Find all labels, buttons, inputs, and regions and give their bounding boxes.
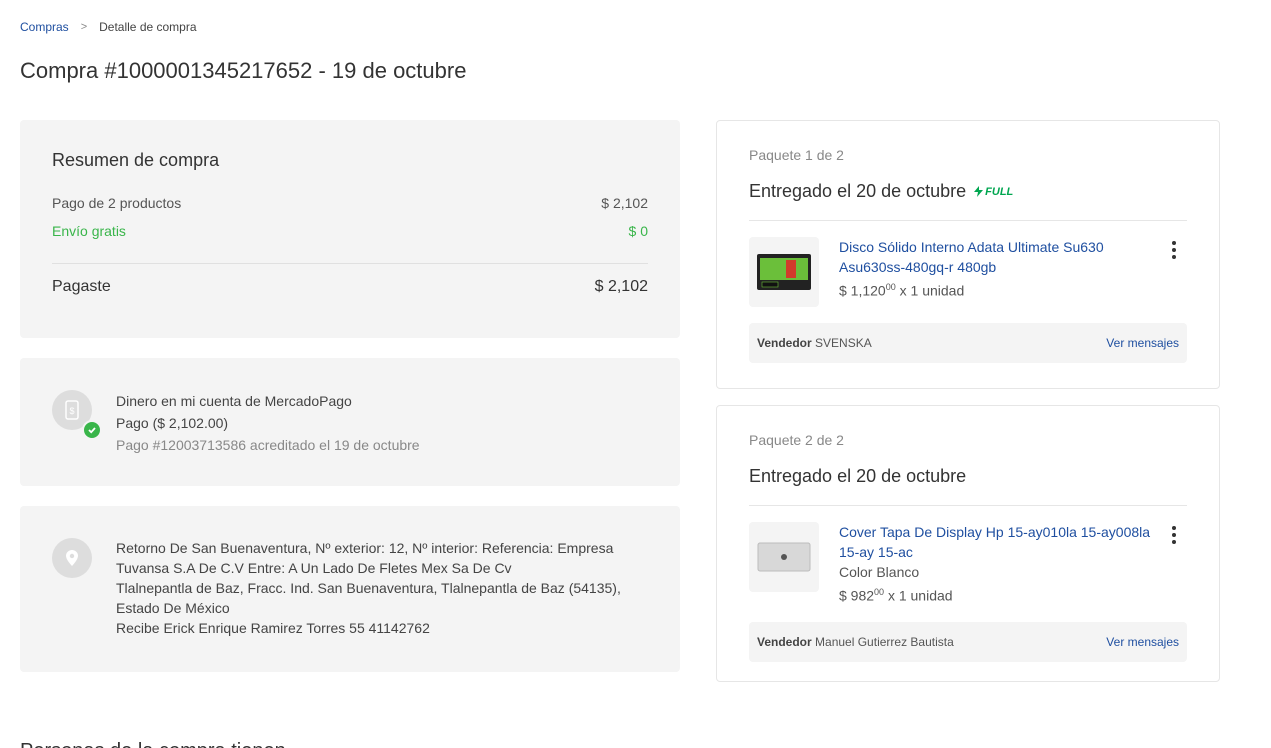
product-title-link[interactable]: Cover Tapa De Display Hp 15-ay010la 15-a… [839,522,1159,542]
lightning-icon [974,186,984,197]
package-item: Cover Tapa De Display Hp 15-ay010la 15-a… [749,522,1187,606]
payment-card: $ Dinero en mi cuenta de MercadoPago Pag… [20,358,680,486]
address-line: Estado De México [116,600,230,616]
summary-title: Resumen de compra [52,150,220,170]
package-card-1: Paquete 1 de 2 Entregado el 20 de octubr… [716,120,1220,389]
product-title-link[interactable]: Disco Sólido Interno Adata Ultimate Su63… [839,237,1159,257]
seller-name: SVENSKA [815,336,872,350]
seller-bar: Vendedor SVENSKA Ver mensajes [749,323,1187,363]
breadcrumb-separator: > [80,21,88,33]
price-cents: 00 [874,587,885,597]
product-price: $ 1,12000 x 1 unidad [839,277,1159,301]
package-label: Paquete 2 de 2 [749,432,844,448]
price-main: $ 1,120 [839,282,886,299]
address-line: Tlalnepantla de Baz, Fracc. Ind. San Bue… [116,580,621,596]
seller-label: Vendedor [757,634,812,649]
seller-name: Manuel Gutierrez Bautista [815,634,954,649]
address-line: Tuvansa S.A De C.V Entre: A Un Lado De F… [116,560,512,576]
payment-detail: Pago #12003713586 acreditado el 19 de oc… [116,437,420,453]
package-status-text: Entregado el 20 de octubre [749,466,967,486]
payment-info: Dinero en mi cuenta de MercadoPago Pago … [116,390,420,454]
item-info: Cover Tapa De Display Hp 15-ay010la 15-a… [839,522,1159,606]
summary-total-row: Pagaste $ 2,102 [52,278,648,296]
svg-text:$: $ [69,406,74,416]
address-card: Retorno De San Buenaventura, Nº exterior… [20,506,680,672]
check-icon [82,420,102,440]
seller-info: Vendedor Manuel Gutierrez Bautista [757,635,954,649]
payment-method: Dinero en mi cuenta de MercadoPago [116,393,352,409]
payment-amount: Pago ($ 2,102.00) [116,415,229,431]
breadcrumb-compras-link[interactable]: Compras [20,20,69,34]
product-title-link[interactable]: Asu630ss-480gq-r 480gb [839,257,1159,277]
package-item: Disco Sólido Interno Adata Ultimate Su63… [749,237,1187,307]
seller-label: Vendedor [757,336,812,350]
breadcrumb-current: Detalle de compra [99,20,197,34]
address-info: Retorno De San Buenaventura, Nº exterior… [116,538,621,640]
address-recipient: Recibe Erick Enrique Ramirez Torres 55 4… [116,620,430,636]
summary-divider [52,263,648,264]
package-status: Entregado el 20 de octubre FULL [749,181,1187,202]
summary-products-value: $ 2,102 [601,195,648,211]
product-variant: Color Blanco [839,564,920,580]
product-image-ssd[interactable] [749,237,819,307]
price-cents: 00 [885,282,896,292]
summary-products-row: Pago de 2 productos $ 2,102 [52,195,648,223]
view-messages-link[interactable]: Ver mensajes [1106,336,1179,350]
more-options-icon[interactable] [1171,526,1177,544]
package-card-2: Paquete 2 de 2 Entregado el 20 de octubr… [716,405,1220,682]
view-messages-link[interactable]: Ver mensajes [1106,635,1179,649]
address-line: Retorno De San Buenaventura, Nº exterior… [116,540,614,556]
product-image-cover[interactable] [749,522,819,592]
wallet-icon: $ [52,390,102,440]
summary-total-label: Pagaste [52,278,111,295]
purchase-summary-card: Resumen de compra Pago de 2 productos $ … [20,120,680,338]
item-info: Disco Sólido Interno Adata Ultimate Su63… [839,237,1159,307]
product-quantity: x 1 unidad [899,282,965,299]
package-divider [749,220,1187,221]
seller-info: Vendedor SVENSKA [757,336,872,350]
full-badge-label: FULL [985,185,1014,198]
summary-shipping-value: $ 0 [628,223,648,239]
package-status-text: Entregado el 20 de octubre [749,181,967,201]
summary-products-label: Pago de 2 productos [52,195,182,211]
more-options-icon[interactable] [1171,241,1177,259]
summary-total-value: $ 2,102 [594,278,648,295]
package-divider [749,505,1187,506]
full-badge: FULL [974,186,1013,198]
summary-shipping-label: Envío gratis [52,223,126,239]
package-status: Entregado el 20 de octubre [749,466,1187,487]
price-main: $ 982 [839,587,875,604]
seller-bar: Vendedor Manuel Gutierrez Bautista Ver m… [749,621,1187,662]
breadcrumb: Compras > Detalle de compra [20,20,197,34]
section-heading-cut: Personas de la compra tienen [20,740,286,748]
product-title-link[interactable]: 15-ay 15-ac [839,542,1159,562]
location-pin-icon [52,538,92,578]
page-title: Compra #1000001345217652 - 19 de octubre [20,58,467,83]
package-label: Paquete 1 de 2 [749,147,844,163]
product-price: $ 98200 x 1 unidad [839,582,1159,606]
summary-shipping-row: Envío gratis $ 0 [52,223,648,251]
product-quantity: x 1 unidad [887,587,953,604]
